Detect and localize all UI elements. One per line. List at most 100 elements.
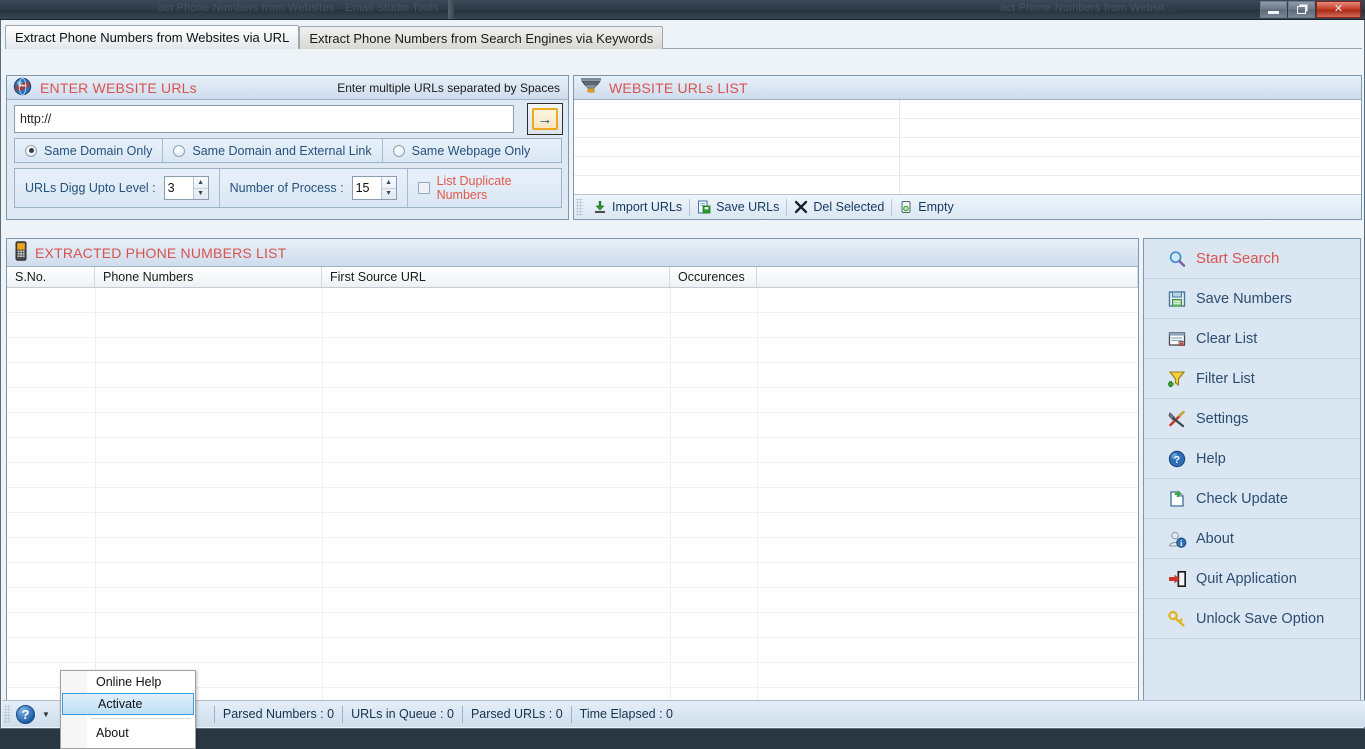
sidebar-item-quit-application[interactable]: Quit Application [1144,559,1360,599]
funnel-icon [1166,370,1188,388]
process-count-value[interactable]: 15 [353,177,381,199]
toolbar-label: Del Selected [813,200,885,214]
help-circle-icon: ? [16,704,35,724]
sidebar-item-clear-list[interactable]: Clear List [1144,319,1360,359]
table-row[interactable] [7,588,1138,613]
radio-icon [392,144,405,157]
action-sidebar: Start Search Save Numbers Clear List Fil… [1143,238,1361,715]
stepper-down-icon[interactable]: ▼ [382,189,396,200]
urls-list-grid[interactable] [574,100,1361,195]
table-row[interactable] [7,513,1138,538]
new-page-icon [1166,490,1188,508]
menu-divider [91,718,191,719]
list-duplicate-numbers-option[interactable]: List Duplicate Numbers [406,169,561,207]
tab-extract-via-keywords[interactable]: Extract Phone Numbers from Search Engine… [299,26,664,49]
sidebar-item-check-update[interactable]: Check Update [1144,479,1360,519]
del-selected-button[interactable]: Del Selected [787,195,891,219]
empty-button[interactable]: Empty [892,195,960,219]
column-header-phone[interactable]: Phone Numbers [95,267,322,287]
import-urls-button[interactable]: Import URLs [586,195,689,219]
menu-item-online-help[interactable]: Online Help [61,671,195,693]
dig-level-arrows: ▲ ▼ [192,177,208,200]
stepper-up-icon[interactable]: ▲ [193,177,208,189]
table-row[interactable] [7,413,1138,438]
radio-same-webpage-only[interactable]: Same Webpage Only [381,139,541,162]
table-row[interactable] [7,438,1138,463]
toolbar-label: Import URLs [612,200,683,214]
list-item[interactable] [574,119,1361,138]
close-button[interactable]: ✕ [1316,1,1361,18]
close-icon: ✕ [1333,3,1344,15]
radio-same-domain-only[interactable]: Same Domain Only [15,139,162,162]
sidebar-item-label: Settings [1196,410,1249,427]
status-parsed-urls: Parsed URLs : 0 [470,707,563,721]
sidebar-item-label: Filter List [1196,370,1255,387]
sidebar-item-filter-list[interactable]: Filter List [1144,359,1360,399]
stepper-up-icon[interactable]: ▲ [381,177,396,189]
enter-urls-hint: Enter multiple URLs separated by Spaces [337,80,560,95]
table-row[interactable] [7,463,1138,488]
globe-icon [13,77,33,99]
help-dropdown-button[interactable]: ? ▼ [14,701,54,727]
list-item[interactable] [574,138,1361,157]
table-row[interactable] [7,638,1138,663]
statusbar-grip-handle[interactable] [4,705,11,723]
chevron-down-icon[interactable]: ▼ [42,710,50,719]
table-row[interactable] [7,288,1138,313]
enter-website-urls-panel: ENTER WEBSITE URLs Enter multiple URLs s… [6,75,569,220]
checkbox-icon[interactable] [417,182,430,194]
help-context-menu: Online Help Activate About [60,670,196,749]
sidebar-item-save-numbers[interactable]: Save Numbers [1144,279,1360,319]
table-row[interactable] [7,313,1138,338]
magnifier-icon [1166,250,1188,268]
minimize-icon [1268,11,1279,14]
url-input[interactable] [14,105,514,133]
sidebar-item-label: Unlock Save Option [1196,610,1325,627]
column-header-sno[interactable]: S.No. [7,267,95,287]
save-icon [697,200,711,214]
menu-item-activate[interactable]: Activate [62,693,194,715]
dig-level-stepper[interactable]: 3 ▲ ▼ [163,176,209,200]
radio-same-domain-and-external[interactable]: Same Domain and External Link [162,139,381,162]
toolbar-grip-handle[interactable] [576,198,583,216]
website-urls-list-panel: WEBSITE URLs LIST Import URLs Save URLs … [573,75,1362,220]
submit-url-button[interactable]: → [527,103,563,135]
maximize-button[interactable] [1288,1,1315,18]
sidebar-item-settings[interactable]: Settings [1144,399,1360,439]
sidebar-item-unlock-save-option[interactable]: Unlock Save Option [1144,599,1360,639]
window-titlebar: act Phone Numbers from Websites - Email … [0,0,1365,20]
sidebar-item-label: Quit Application [1196,570,1297,587]
enter-urls-header: ENTER WEBSITE URLs Enter multiple URLs s… [7,76,568,100]
table-row[interactable] [7,338,1138,363]
list-item[interactable] [574,157,1361,176]
minimize-button[interactable] [1260,1,1287,18]
results-grid-body[interactable] [7,288,1138,714]
table-row[interactable] [7,488,1138,513]
table-row[interactable] [7,563,1138,588]
sidebar-item-label: Help [1196,450,1226,467]
list-item[interactable] [574,176,1361,195]
table-row[interactable] [7,538,1138,563]
window-title-ghost-right: act Phone Numbers from Websit.... [1000,2,1178,14]
key-icon [1166,610,1188,628]
menu-item-about[interactable]: About [61,722,195,744]
process-count-stepper[interactable]: 15 ▲ ▼ [351,176,397,200]
column-header-source-url[interactable]: First Source URL [322,267,670,287]
sidebar-item-about[interactable]: i About [1144,519,1360,559]
sidebar-item-help[interactable]: ? Help [1144,439,1360,479]
tab-extract-via-url[interactable]: Extract Phone Numbers from Websites via … [5,25,300,49]
stepper-down-icon[interactable]: ▼ [194,189,208,200]
exit-door-icon [1166,570,1188,588]
save-urls-button[interactable]: Save URLs [690,195,786,219]
list-item[interactable] [574,100,1361,119]
table-row[interactable] [7,388,1138,413]
table-row[interactable] [7,363,1138,388]
status-time-elapsed: Time Elapsed : 0 [579,707,673,721]
column-header-occurences[interactable]: Occurences [670,267,757,287]
sidebar-item-start-search[interactable]: Start Search [1144,239,1360,279]
extracted-numbers-title: EXTRACTED PHONE NUMBERS LIST [35,244,287,261]
radio-label: Same Webpage Only [411,143,531,158]
table-row[interactable] [7,613,1138,638]
dig-level-value[interactable]: 3 [165,177,193,199]
sidebar-item-label: Check Update [1196,490,1288,507]
